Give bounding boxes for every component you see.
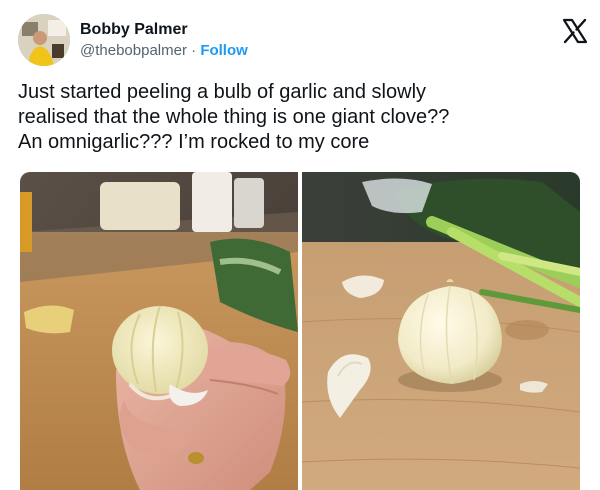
media-grid bbox=[20, 172, 580, 490]
avatar-image bbox=[18, 14, 70, 66]
separator-dot: · bbox=[186, 42, 201, 59]
follow-button[interactable]: Follow bbox=[200, 42, 248, 59]
x-logo-icon[interactable] bbox=[562, 18, 588, 44]
author-block: Bobby Palmer @thebobpalmer · Follow bbox=[80, 20, 248, 61]
photo-hand-holding-garlic[interactable] bbox=[20, 172, 298, 490]
author-handle[interactable]: @thebobpalmer bbox=[80, 42, 187, 59]
avatar[interactable] bbox=[18, 14, 70, 66]
handle-row: @thebobpalmer · Follow bbox=[80, 41, 248, 61]
tweet-text: Just started peeling a bulb of garlic an… bbox=[18, 81, 450, 153]
author-name[interactable]: Bobby Palmer bbox=[80, 20, 248, 40]
photo-garlic-on-board[interactable] bbox=[302, 172, 580, 490]
tweet-header: Bobby Palmer @thebobpalmer · Follow bbox=[18, 14, 588, 66]
tweet-card: Bobby Palmer @thebobpalmer · Follow Just… bbox=[0, 0, 600, 490]
